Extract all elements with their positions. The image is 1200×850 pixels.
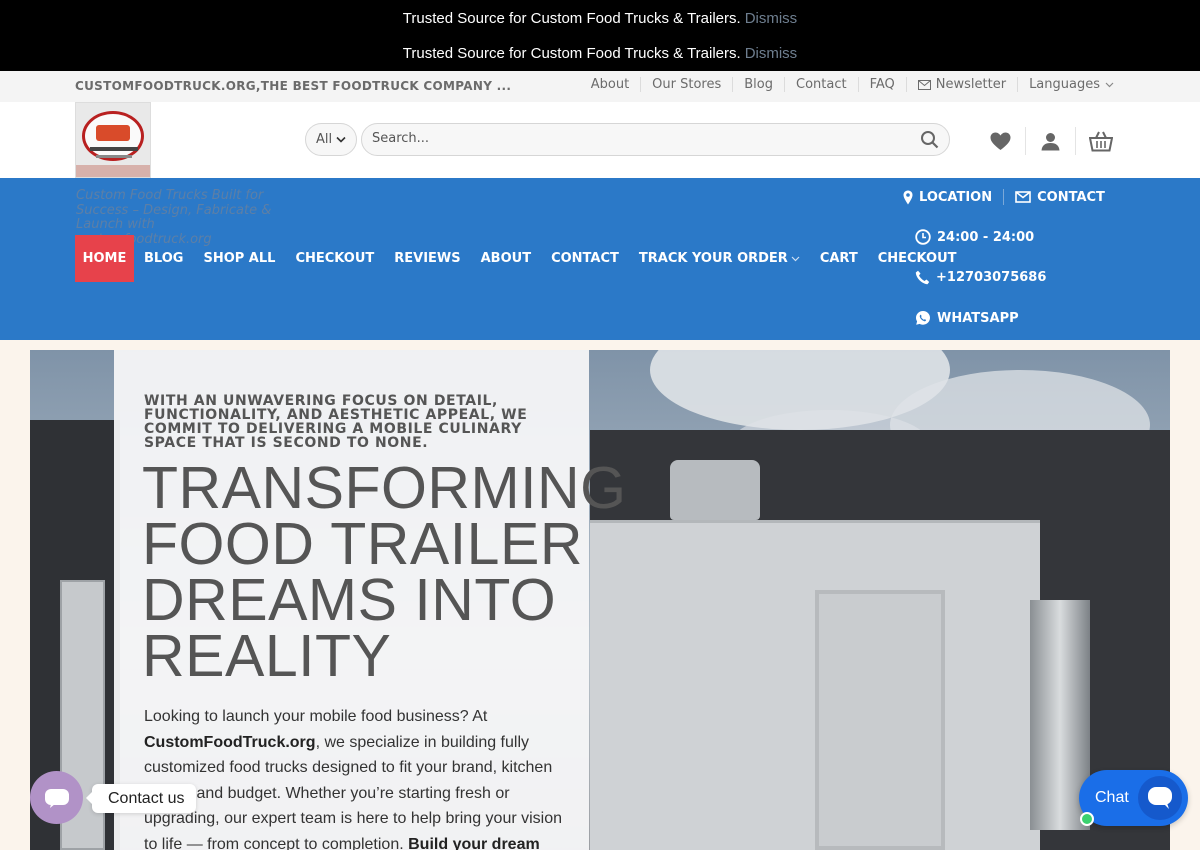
hero-title-line: REALITY bbox=[142, 623, 392, 689]
chat-bubble-icon bbox=[44, 788, 69, 808]
store-notice-text: Trusted Source for Custom Food Trucks & … bbox=[402, 9, 741, 27]
top-bar-brand: CUSTOMFOODTRUCK.ORG,THE BEST FOODTRUCK C… bbox=[75, 79, 512, 93]
phone-row[interactable]: +12703075686 bbox=[915, 270, 1046, 285]
site-logo[interactable] bbox=[75, 102, 151, 178]
contact-link[interactable]: CONTACT bbox=[1037, 190, 1105, 205]
hours-row: 24:00 - 24:00 bbox=[915, 229, 1034, 245]
account-button[interactable] bbox=[1025, 127, 1075, 155]
envelope-icon bbox=[1015, 191, 1031, 203]
online-status-dot bbox=[1080, 812, 1094, 826]
nav-reviews[interactable]: REVIEWS bbox=[384, 251, 470, 266]
top-bar: CUSTOMFOODTRUCK.ORG,THE BEST FOODTRUCK C… bbox=[0, 71, 1200, 102]
chat-bubble bbox=[1138, 776, 1182, 820]
top-nav: About Our Stores Blog Contact FAQ Newsle… bbox=[580, 77, 1125, 92]
nav-checkout-2[interactable]: CHECKOUT bbox=[868, 251, 967, 266]
chevron-down-icon bbox=[791, 256, 800, 261]
hero-body-brand: CustomFoodTruck.org bbox=[144, 733, 316, 751]
nav-contact[interactable]: CONTACT bbox=[541, 251, 629, 266]
category-select-value: All bbox=[315, 132, 333, 147]
phone-text[interactable]: +12703075686 bbox=[936, 270, 1046, 285]
hero-body-cta-link[interactable]: Build your dream bbox=[408, 836, 540, 850]
top-link-faq[interactable]: FAQ bbox=[857, 77, 906, 92]
header-icons bbox=[975, 127, 1125, 155]
wishlist-button[interactable] bbox=[975, 127, 1025, 155]
category-select[interactable]: All bbox=[305, 123, 357, 156]
nav-track-order[interactable]: TRACK YOUR ORDER bbox=[629, 251, 810, 266]
whatsapp-icon bbox=[916, 311, 930, 325]
nav-track-order-label: TRACK YOUR ORDER bbox=[638, 251, 788, 266]
nav-blog[interactable]: BLOG bbox=[134, 251, 193, 266]
top-link-newsletter[interactable]: Newsletter bbox=[905, 77, 1017, 92]
top-link-languages[interactable]: Languages bbox=[1017, 77, 1125, 92]
top-link-our-stores[interactable]: Our Stores bbox=[640, 77, 732, 92]
map-pin-icon bbox=[903, 190, 913, 204]
search-input[interactable] bbox=[372, 131, 892, 146]
chevron-down-icon bbox=[1105, 82, 1114, 87]
clock-icon bbox=[915, 229, 931, 245]
hero-kicker: WITH AN UNWAVERING FOCUS ON DETAIL, FUNC… bbox=[144, 393, 528, 451]
whatsapp-row[interactable]: WHATSAPP bbox=[915, 310, 1019, 326]
dismiss-link[interactable]: Dismiss bbox=[745, 10, 798, 27]
hero-body-text: Looking to launch your mobile food busin… bbox=[144, 704, 564, 850]
site-header: All bbox=[0, 102, 1200, 178]
nav-about[interactable]: ABOUT bbox=[471, 251, 541, 266]
hero-title-line: TRANSFORMING bbox=[142, 455, 627, 521]
cart-button[interactable] bbox=[1075, 127, 1125, 155]
speech-bubble-icon bbox=[1148, 787, 1172, 809]
chat-widget-button[interactable]: Chat bbox=[1079, 770, 1188, 826]
contact-us-button[interactable] bbox=[30, 771, 83, 824]
search-box bbox=[361, 123, 950, 156]
hero-title: TRANSFORMING FOOD TRAILER DREAMS INTO RE… bbox=[142, 455, 627, 689]
phone-icon bbox=[915, 270, 930, 285]
store-notice-text: Trusted Source for Custom Food Trucks & … bbox=[402, 45, 741, 62]
heart-icon bbox=[990, 132, 1010, 150]
dismiss-link[interactable]: Dismiss bbox=[745, 45, 798, 62]
main-nav: BLOG SHOP ALL CHECKOUT REVIEWS ABOUT CON… bbox=[134, 235, 967, 282]
top-link-contact[interactable]: Contact bbox=[784, 77, 858, 92]
hero-body-intro: Looking to launch your mobile food busin… bbox=[144, 708, 488, 725]
nav-cart[interactable]: CART bbox=[810, 251, 868, 266]
search-icon[interactable] bbox=[920, 130, 939, 149]
nav-home[interactable]: HOME bbox=[75, 235, 134, 282]
chevron-down-icon bbox=[336, 136, 346, 143]
nav-shop-all[interactable]: SHOP ALL bbox=[193, 251, 285, 266]
location-link[interactable]: LOCATION bbox=[919, 190, 992, 205]
top-link-about[interactable]: About bbox=[580, 77, 640, 92]
hero-title-line: FOOD TRAILER bbox=[142, 511, 583, 577]
hours-text: 24:00 - 24:00 bbox=[937, 229, 1035, 245]
hero-title-line: DREAMS INTO bbox=[142, 567, 557, 633]
newsletter-label: Newsletter bbox=[935, 77, 1007, 92]
contact-us-label[interactable]: Contact us bbox=[85, 784, 197, 813]
whatsapp-text[interactable]: WHATSAPP bbox=[937, 311, 1019, 326]
languages-label: Languages bbox=[1029, 77, 1100, 92]
user-icon bbox=[1041, 132, 1060, 150]
envelope-icon bbox=[917, 79, 931, 90]
main-nav-bar: Custom Food Trucks Built for Success – D… bbox=[0, 178, 1200, 340]
store-notice: Trusted Source for Custom Food Trucks & … bbox=[0, 0, 1200, 36]
top-link-blog[interactable]: Blog bbox=[732, 77, 784, 92]
nav-checkout[interactable]: CHECKOUT bbox=[285, 251, 384, 266]
basket-icon bbox=[1088, 131, 1113, 151]
chat-label: Chat bbox=[1095, 789, 1129, 806]
hero-section: WITH AN UNWAVERING FOCUS ON DETAIL, FUNC… bbox=[0, 340, 1200, 850]
location-contact-row: LOCATION CONTACT bbox=[903, 189, 1105, 205]
store-notice: Trusted Source for Custom Food Trucks & … bbox=[0, 36, 1200, 71]
